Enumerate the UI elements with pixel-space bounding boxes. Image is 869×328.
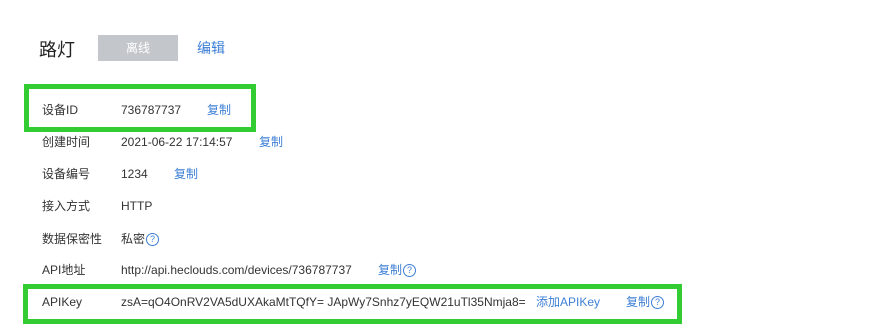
data-privacy-value: 私密? xyxy=(121,229,160,249)
copy-api-address-button[interactable]: 复制? xyxy=(378,260,417,280)
api-address-value: http://api.heclouds.com/devices/73678773… xyxy=(121,263,352,277)
data-privacy-label: 数据保密性 xyxy=(42,232,103,246)
api-address-label: API地址 xyxy=(42,263,86,277)
device-number-label: 设备编号 xyxy=(42,167,91,181)
highlight-box-device-id xyxy=(24,84,256,132)
device-detail-page: 路灯 离线 编辑 设备ID 736787737 复制 创建时间 2021-06-… xyxy=(0,0,869,328)
data-privacy-text: 私密 xyxy=(121,232,146,246)
access-method-label: 接入方式 xyxy=(42,199,91,213)
copy-api-address-label: 复制 xyxy=(378,263,403,277)
page-title: 路灯 xyxy=(39,40,75,60)
highlight-box-api-key xyxy=(23,284,682,324)
help-icon[interactable]: ? xyxy=(146,233,160,246)
copy-device-number-button[interactable]: 复制 xyxy=(174,164,198,184)
help-icon[interactable]: ? xyxy=(403,264,417,277)
copy-created-time-button[interactable]: 复制 xyxy=(259,132,283,152)
access-method-value: HTTP xyxy=(121,199,153,213)
created-time-value: 2021-06-22 17:14:57 xyxy=(121,135,233,149)
created-time-label: 创建时间 xyxy=(42,135,91,149)
status-badge: 离线 xyxy=(98,35,178,61)
edit-link[interactable]: 编辑 xyxy=(197,38,225,58)
device-number-value: 1234 xyxy=(121,167,148,181)
